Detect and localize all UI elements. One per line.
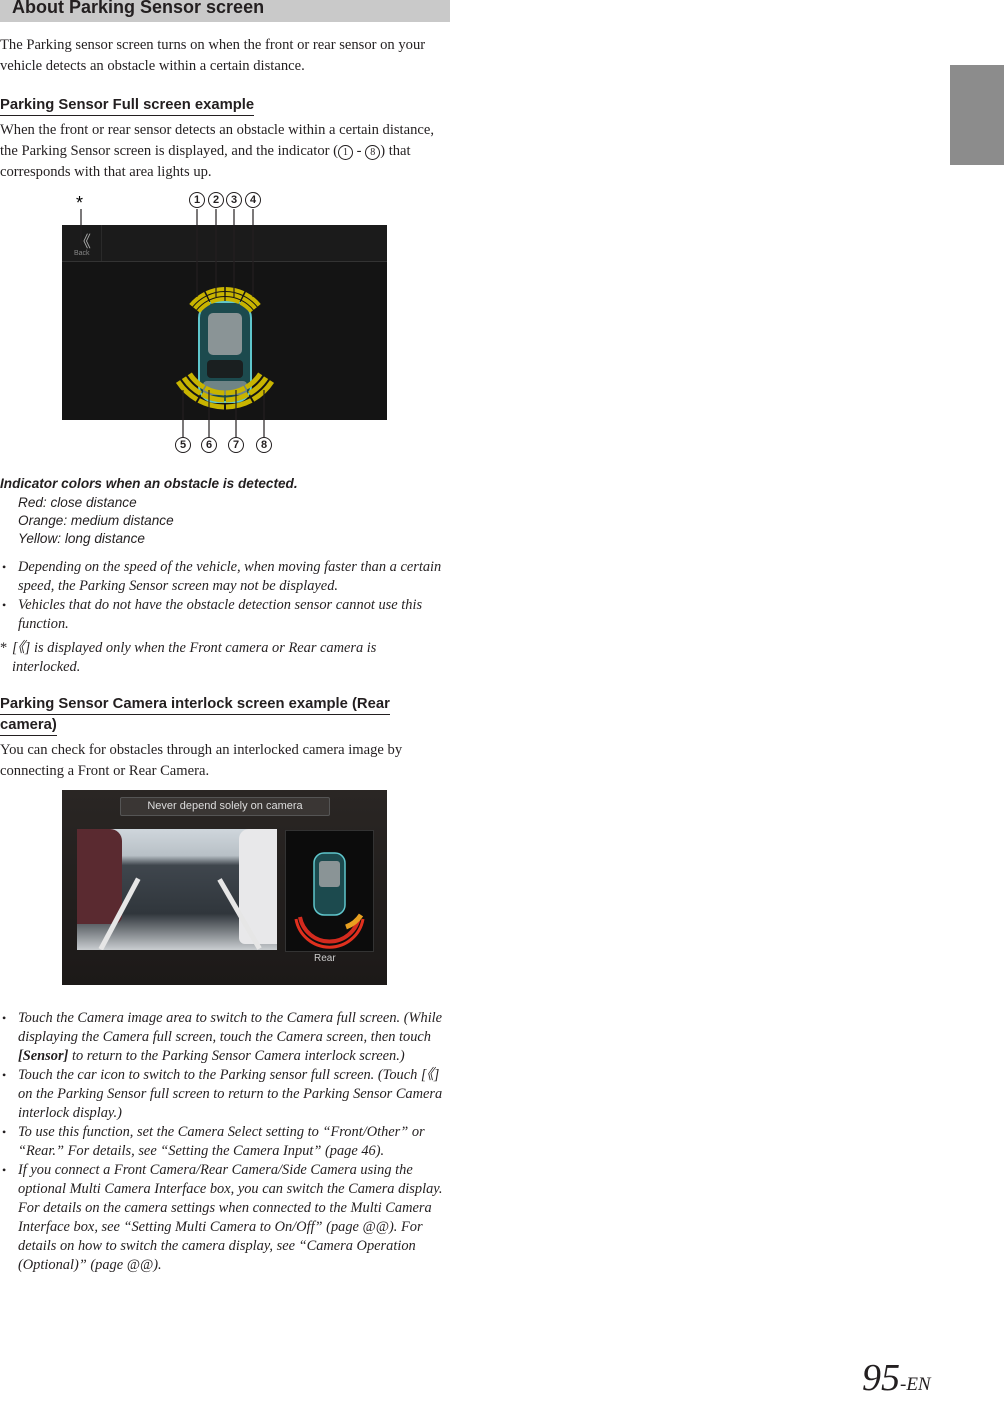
indicator-number: 3 [226,192,242,208]
camera-image-area[interactable] [77,829,277,950]
note-item: Touch the Camera image area to switch to… [0,1009,446,1066]
section1-paragraph: When the front or rear sensor detects an… [0,120,448,183]
text: to return to the Parking Sensor Camera i… [68,1048,405,1064]
note-item: Touch the car icon to switch to the Park… [0,1066,446,1123]
warning-banner: Never depend solely on camera [120,797,330,816]
sensor-diagram: * [76,193,275,437]
page-number-value: 95 [862,1357,900,1399]
section2-paragraph: You can check for obstacles through an i… [0,742,403,779]
indicator-number: 1 [189,192,205,208]
section-header: About Parking Sensor screen [0,0,450,22]
indicator-number: 2 [208,192,224,208]
indicator-colors-heading: Indicator colors when an obstacle is det… [0,476,298,491]
circled-number: 8 [365,145,381,160]
section2-title-line2: camera) [0,716,57,736]
page-suffix: -EN [900,1374,931,1395]
intro-paragraph: The Parking sensor screen turns on when … [0,37,426,74]
note-item: Depending on the speed of the vehicle, w… [0,558,445,596]
page-title: About Parking Sensor screen [12,0,265,17]
camera-interlock-screen: Never depend solely on camera Rear [62,790,387,985]
indicator-number: 6 [201,437,217,453]
indicator-number: 8 [256,437,272,453]
circled-number: 1 [338,145,354,160]
footnote-mark: * [0,640,8,656]
section2-title-line1: Parking Sensor Camera interlock screen e… [0,695,390,715]
sensor-car-panel[interactable] [285,830,374,952]
section1-title: Parking Sensor Full screen example [0,96,255,116]
camera-label: Rear [314,953,336,964]
footnote: * [《] is displayed only when the Front ca… [0,639,422,677]
text: - [353,143,366,159]
chapter-tab [950,65,1004,165]
text: Touch the Camera image area to switch to… [18,1010,443,1045]
color-orange: Orange: medium distance [18,513,174,528]
indicator-number: 4 [245,192,261,208]
color-red: Red: close distance [18,495,137,510]
indicator-number: 5 [175,437,191,453]
note-item: If you connect a Front Camera/Rear Camer… [0,1161,446,1275]
notes-list: Touch the Camera image area to switch to… [0,1009,446,1275]
asterisk-mark: * [76,193,83,213]
car-icon [294,852,365,949]
note-item: To use this function, set the Camera Sel… [0,1123,446,1161]
sensor-label: [Sensor] [18,1048,69,1064]
footnote-text: [《] is displayed only when the Front cam… [12,640,377,675]
indicator-number: 7 [228,437,244,453]
notes-list: Depending on the speed of the vehicle, w… [0,558,445,634]
color-yellow: Yellow: long distance [18,531,145,546]
note-item: Vehicles that do not have the obstacle d… [0,596,445,634]
page-number: 95-EN [862,1358,931,1405]
